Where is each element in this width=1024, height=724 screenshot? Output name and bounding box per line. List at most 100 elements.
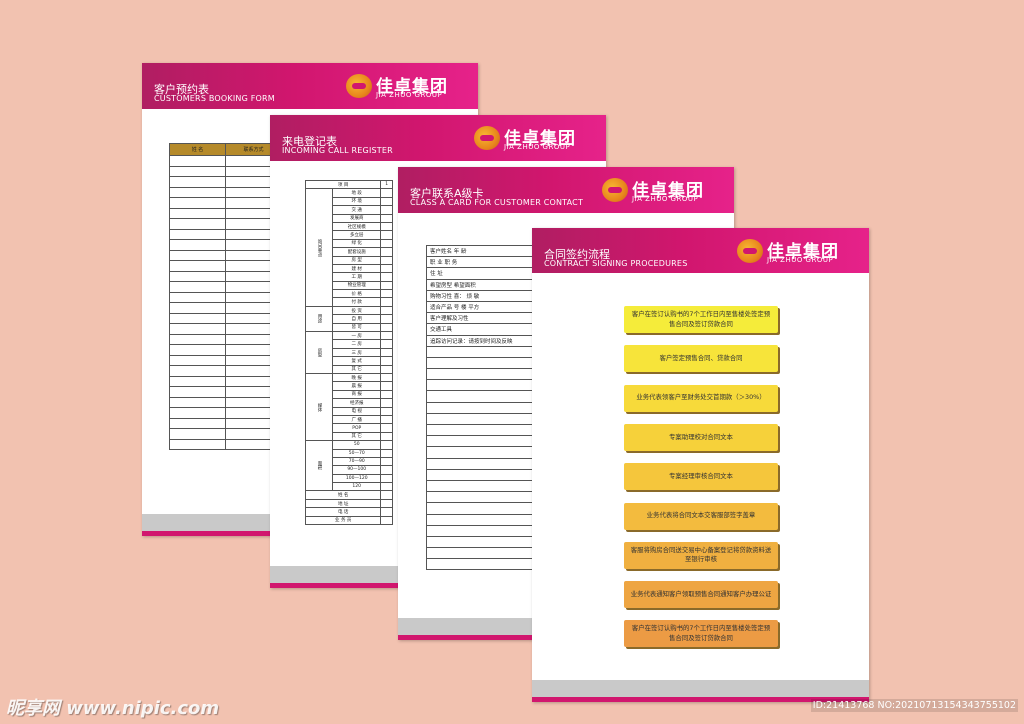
item-label: 其 它: [331, 431, 382, 442]
company-logo: 佳卓集团 JIA ZHUO GROUP: [474, 125, 592, 151]
table-cell: [169, 281, 226, 293]
sheet-header: 客户联系A级卡 CLASS A CARD FOR CUSTOMER CONTAC…: [398, 167, 734, 213]
group-label: 面积: [305, 440, 333, 492]
procedure-step: 客服将购房合同送交易中心备案登记将贷款资料送至银行审核: [624, 541, 778, 569]
table-cell: [169, 354, 226, 366]
item-label: 商 报: [331, 389, 382, 400]
table-cell: [169, 155, 226, 167]
table-row: 询问重点地 段: [305, 188, 393, 307]
table-cell: [380, 263, 393, 274]
table-cell: [426, 423, 536, 437]
item-label: 50—70: [331, 448, 382, 458]
table-cell: [426, 345, 536, 358]
item-label: 70—90: [331, 456, 382, 467]
table-cell: [380, 188, 393, 198]
item-label: 100—120: [331, 473, 382, 484]
table-row: 姓 名: [304, 490, 393, 500]
table-cell: [169, 375, 226, 387]
a-card-table: 客户姓名 年 龄职 业 职 务住 址希望房型 希望面积 购物习性 喜： 烦 敏适合…: [426, 244, 536, 571]
table-row: 用途投 资: [305, 305, 393, 333]
table-row: 客户理解及习性: [426, 312, 536, 325]
table-cell: [380, 406, 393, 416]
table-cell: [169, 291, 226, 303]
table-cell: 客户姓名 年 龄: [426, 244, 536, 258]
image-id-watermark: ID:21413768 NO:20210713154343755102: [810, 699, 1018, 712]
table-cell: [380, 423, 393, 433]
col-header-name: 姓 名: [169, 143, 226, 156]
table-cell: [380, 255, 393, 265]
group-label: 媒体: [305, 372, 333, 442]
item-label: 业 务 员: [304, 515, 382, 526]
item-label: 三 房: [331, 347, 382, 358]
sheet-title-en: CONTRACT SIGNING PROCEDURES: [544, 259, 688, 268]
table-cell: [426, 356, 536, 370]
table-cell: [426, 513, 536, 526]
call-register-table: 项 目 1 询问重点地 段环 境交 通发展商 社区规模 多立层绿 化配套设施房 型建 材…: [304, 179, 393, 526]
table-cell: [380, 322, 393, 333]
table-cell: [169, 365, 226, 377]
table-cell: [169, 176, 226, 188]
table-row: [426, 345, 536, 358]
table-cell: [380, 280, 393, 291]
procedure-step: 专案助理校对合同文本: [624, 423, 778, 451]
item-label: 工 期: [331, 272, 382, 282]
table-cell: [169, 302, 226, 314]
procedure-step: 客户在签订认购书的7个工作日内至售楼处签定预售合同及签订贷款合同: [624, 306, 778, 333]
table-cell: [426, 446, 536, 459]
header-num: 1: [380, 179, 393, 190]
table-cell: [380, 465, 393, 475]
table-row: [426, 457, 536, 470]
procedure-step: 客户在签订认购书的7个工作日内至售楼处签定预售合同及签订贷款合同: [624, 620, 778, 648]
table-cell: [426, 468, 536, 481]
table-cell: [169, 186, 226, 198]
table-cell: [426, 558, 536, 571]
logo-mark-icon: [602, 178, 628, 202]
table-row: 交通工具: [426, 323, 536, 336]
item-label: 配套设施: [331, 247, 382, 257]
logo-name-en: JIA ZHUO GROUP: [504, 143, 571, 151]
table-cell: [380, 272, 393, 282]
table-cell: [380, 356, 393, 366]
table-row: 住 址: [426, 267, 536, 280]
table-cell: [380, 515, 393, 526]
item-label: POP: [331, 423, 382, 433]
table-cell: [169, 197, 226, 209]
item-label: 二 房: [331, 339, 382, 349]
table-cell: [380, 230, 393, 240]
table-cell: [426, 479, 536, 493]
table-row: [426, 379, 536, 392]
table-cell: [426, 457, 536, 470]
table-cell: [380, 448, 393, 458]
sheet-title-en: INCOMING CALL REGISTER: [282, 146, 393, 155]
table-cell: [380, 238, 393, 249]
item-label: 价 格: [331, 289, 382, 299]
table-cell: [380, 473, 393, 484]
item-label: 环 境: [331, 196, 382, 207]
table-row: [426, 356, 536, 370]
table-cell: [380, 431, 393, 442]
table-cell: [380, 247, 393, 257]
item-label: 经济报: [331, 398, 382, 408]
sheet-header: 客户预约表 CUSTOMERS BOOKING FORM 佳卓集团 JIA ZH…: [142, 63, 478, 109]
item-label: 晚 报: [331, 372, 382, 383]
table-cell: 购物习性 喜： 烦 敏: [426, 289, 536, 302]
table-cell: [426, 368, 536, 381]
table-cell: [380, 440, 393, 450]
item-label: 其 它: [331, 364, 382, 375]
table-cell: [380, 456, 393, 467]
procedure-step: 业务代表领客户至财务处交首期款（＞30%）: [624, 384, 778, 412]
group-label: 询问重点: [305, 188, 333, 307]
table-cell: [380, 372, 393, 383]
item-label: 自 用: [331, 314, 382, 324]
sheet-title-en: CUSTOMERS BOOKING FORM: [154, 94, 275, 103]
table-row: [426, 524, 536, 537]
table-cell: [380, 213, 393, 223]
table-cell: [169, 260, 226, 272]
table-cell: 交通工具: [426, 323, 536, 336]
table-cell: [380, 205, 393, 215]
procedure-step: 客户签定预售合同、贷款合同: [624, 345, 778, 373]
table-cell: [380, 398, 393, 408]
table-row: [426, 502, 536, 515]
logo-mark-icon: [346, 74, 372, 98]
item-label: 50: [331, 440, 382, 450]
